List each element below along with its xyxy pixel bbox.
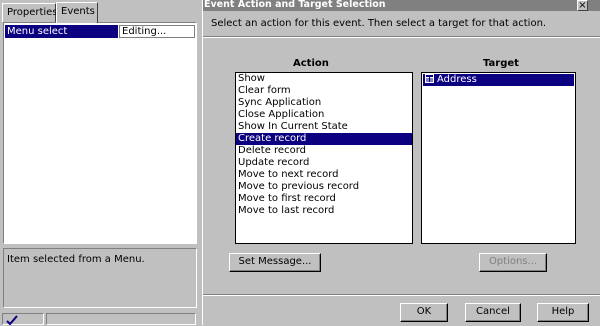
event-description: Item selected from a Menu. (3, 248, 197, 308)
divider (203, 36, 600, 38)
tab-properties[interactable]: Properties (2, 3, 58, 22)
divider (203, 294, 600, 296)
close-button[interactable]: × (577, 0, 588, 11)
ok-button[interactable]: OK (400, 303, 448, 322)
event-description-text: Item selected from a Menu. (7, 254, 145, 265)
action-item[interactable]: Move to previous record (236, 181, 412, 193)
event-name[interactable]: Menu select (5, 25, 118, 38)
events-panel: Properties Events Menu select Editing...… (0, 0, 200, 326)
action-item[interactable]: Sync Application (236, 97, 412, 109)
dialog-titlebar[interactable]: Event Action and Target Selection × (203, 0, 600, 11)
action-list[interactable]: Show Clear form Sync Application Close A… (235, 72, 413, 244)
events-list: Menu select Editing... (3, 22, 197, 244)
cancel-button[interactable]: Cancel (465, 303, 521, 322)
dialog-title: Event Action and Target Selection (204, 0, 386, 10)
help-button[interactable]: Help (537, 303, 589, 322)
table-icon (425, 74, 434, 83)
status-bar (0, 312, 200, 326)
target-item-selected[interactable]: Address (423, 74, 574, 86)
action-item[interactable]: Show In Current State (236, 121, 412, 133)
action-item[interactable]: Show (236, 73, 412, 85)
status-cell (2, 313, 44, 326)
event-value-field[interactable]: Editing... (119, 25, 195, 38)
event-row[interactable]: Menu select Editing... (5, 25, 195, 38)
status-cell (46, 313, 196, 325)
action-item[interactable]: Update record (236, 157, 412, 169)
target-list[interactable]: Address (421, 72, 576, 244)
action-header: Action (293, 58, 329, 69)
options-button[interactable]: Options... (479, 253, 547, 272)
check-icon (6, 315, 18, 326)
target-item-label: Address (437, 74, 477, 85)
action-item[interactable]: Move to next record (236, 169, 412, 181)
action-item[interactable]: Clear form (236, 85, 412, 97)
tab-events[interactable]: Events (56, 2, 98, 23)
action-item[interactable]: Delete record (236, 145, 412, 157)
set-message-button[interactable]: Set Message... (229, 253, 321, 272)
instructions-text: Select an action for this event. Then se… (211, 18, 547, 29)
close-icon: × (578, 0, 587, 11)
action-item-selected[interactable]: Create record (236, 133, 412, 145)
action-item[interactable]: Move to first record (236, 193, 412, 205)
event-action-dialog: Event Action and Target Selection × Sele… (202, 0, 600, 325)
action-item[interactable]: Move to last record (236, 205, 412, 217)
target-header: Target (483, 58, 519, 69)
action-item[interactable]: Close Application (236, 109, 412, 121)
